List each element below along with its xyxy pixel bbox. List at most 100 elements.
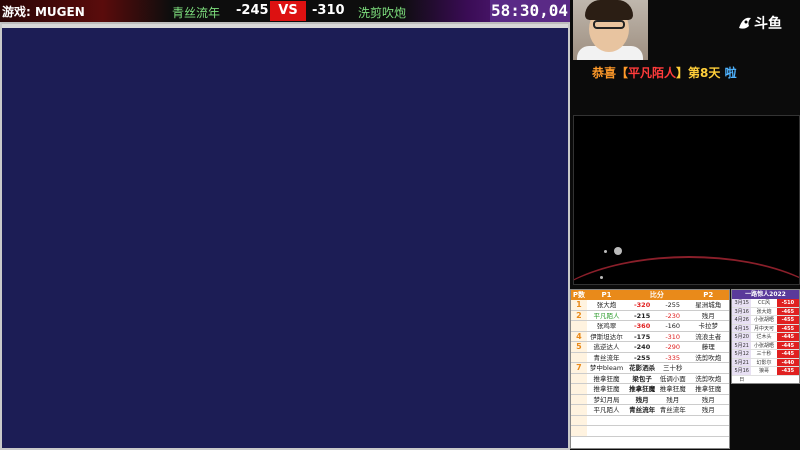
date-cell: 3月16日 [732,307,752,323]
score1-cell: 青丝流年 [629,406,656,414]
score-cell: -440 [776,358,799,366]
score2-cell: 残月 [666,395,680,404]
name-cell: 小张胡晤 [754,342,775,349]
player1-cell: 张鸡翠 [596,322,617,330]
round-number [571,415,587,425]
leaderboard-row: 5月12日三十秒 -445 [732,350,799,366]
score1-cell [626,416,658,426]
player2-cell [688,363,729,373]
horizon-arc [574,256,799,284]
round-number: 4 [571,331,587,341]
score-cell: -455 [776,316,799,324]
name-cell: 烂木头 [756,334,772,340]
leaderboard-rows: 3月15日CC风-5103月16日张大炮-4654月26日小张胡晤-4554月1… [732,299,799,383]
player1-cell: 推拿狂魔 [593,374,620,383]
score2-cell: 低调小面 [659,374,686,383]
score1-cell: 推拿狂魔 [629,385,656,393]
player1-cell [587,426,627,436]
score1-cell [626,426,658,436]
player1-cell: 伊斯坦达尔 [590,332,623,341]
score1-cell: -255 [633,353,651,362]
leaderboard-row: 5月21日小张胡晤-445 [732,341,799,357]
date-cell: 4月26日 [732,316,752,332]
round-number [571,373,587,383]
score-cell: -455 [776,324,799,332]
score1-cell: -360 [633,322,651,330]
score1-cell: 梁包子 [632,374,652,383]
score2-cell [658,426,688,436]
orb-large [614,247,622,255]
bracket-row: 张鸡翠 -360 -160 卡拉梦 [571,321,729,332]
name-cell: 张大炮 [756,308,772,315]
name-cell: 小张胡晤 [754,317,775,323]
score2-cell: -335 [665,353,681,362]
name-cell: 三十秒 [756,351,772,357]
match-timer: 58:30,04 [490,0,570,22]
round-number: 5 [571,342,587,352]
secondary-view [573,115,800,285]
score1-cell: -215 [633,311,651,320]
player1-cell: 平凡陌人 [593,311,620,320]
score-cell: -465 [776,307,799,315]
round-number [571,394,587,404]
score2-cell: -255 [665,301,681,309]
player2-cell: 残月 [701,395,715,404]
leaderboard: 一路惊人2022 3月15日CC风-5103月16日张大炮-4654月26日小张… [731,289,800,384]
date-cell: 5月16日 [732,367,752,383]
name-cell: CC风 [758,300,771,306]
bracket-row [571,426,729,437]
banner-day: 】第8天 [676,66,721,80]
douyu-logo-text: 斗鱼 [754,16,782,32]
header-p1: P1 [601,291,612,299]
score-cell: -510 [776,299,799,307]
player1-cell: 逃逆达人 [593,343,620,351]
score-bar: 游戏: MUGEN 青丝流年 -245 VS -310 洗剪吹炮 58:30,0… [0,0,570,22]
header-score: 比分 [649,291,664,299]
score1-cell: 花影洒杀 [629,364,656,372]
round-number [571,321,587,331]
bracket-row: 5 逃逆达人 -240 -290 藤理 [571,342,729,353]
bracket-row: 7 梦中bleam 花影洒杀 三十秒 [571,363,729,374]
player2-cell: 洗剪吹炮 [695,353,722,362]
bracket-row: 青丝流年 -255 -335 洗剪吹炮 [571,352,729,363]
leaderboard-row: 5月20日烂木头 -445 [732,333,799,349]
banner-name: 平凡陌人 [628,66,677,80]
bracket-row: 1 张大炮 -320 -255 星洲城角 [571,300,729,311]
leaderboard-row: 5月21日幻影尔 -440 [732,358,799,374]
score1-cell: 残月 [635,395,649,404]
banner-suffix: 啦 [720,66,737,80]
score2-cell [658,416,688,426]
congrats-banner: 恭喜【平凡陌人】第8天 啦 [592,64,737,81]
bracket-row: 2 平凡陌人 -215 -230 残月 [571,310,729,321]
round-number: 7 [571,363,587,373]
player2-cell: 藤理 [701,343,715,351]
game-window[interactable] [0,22,570,450]
name-cell: 幻影尔 [756,359,772,366]
round-number [571,405,587,415]
round-number: 1 [571,300,587,310]
leaderboard-row: 3月16日张大炮 -465 [732,307,799,323]
orb-tiny [600,276,603,279]
leaderboard-row: 5月16日 狼哥 -435 [732,367,799,383]
player2-cell: 推拿狂魔 [695,385,722,393]
score-cell: -445 [776,341,799,349]
orb-small [604,250,607,253]
player1-cell: 张大炮 [596,301,617,309]
score1-cell: -320 [633,301,651,309]
header-p2: P2 [703,291,714,299]
player2-cell [688,426,729,436]
score2-cell: 推拿狂魔 [659,385,686,393]
bracket-row: 4 伊斯坦达尔 -175 -310 流浪主者 [571,331,729,342]
score-cell: -445 [776,333,799,341]
player1-cell [587,416,627,426]
bracket-row: 平凡陌人 青丝流年 青丝流年 残月 [571,405,729,416]
round-number: 2 [571,310,587,320]
score2-cell: -290 [665,343,681,351]
bracket-row [571,415,729,426]
player2-cell: 星洲城角 [695,301,722,309]
date-cell: 5月21日 [732,358,752,374]
date-cell: 5月20日 [732,333,752,349]
score-cell: -445 [776,350,799,358]
score2-cell: -160 [665,322,681,330]
bracket-header: P数 P1 比分 P2 [571,290,729,300]
